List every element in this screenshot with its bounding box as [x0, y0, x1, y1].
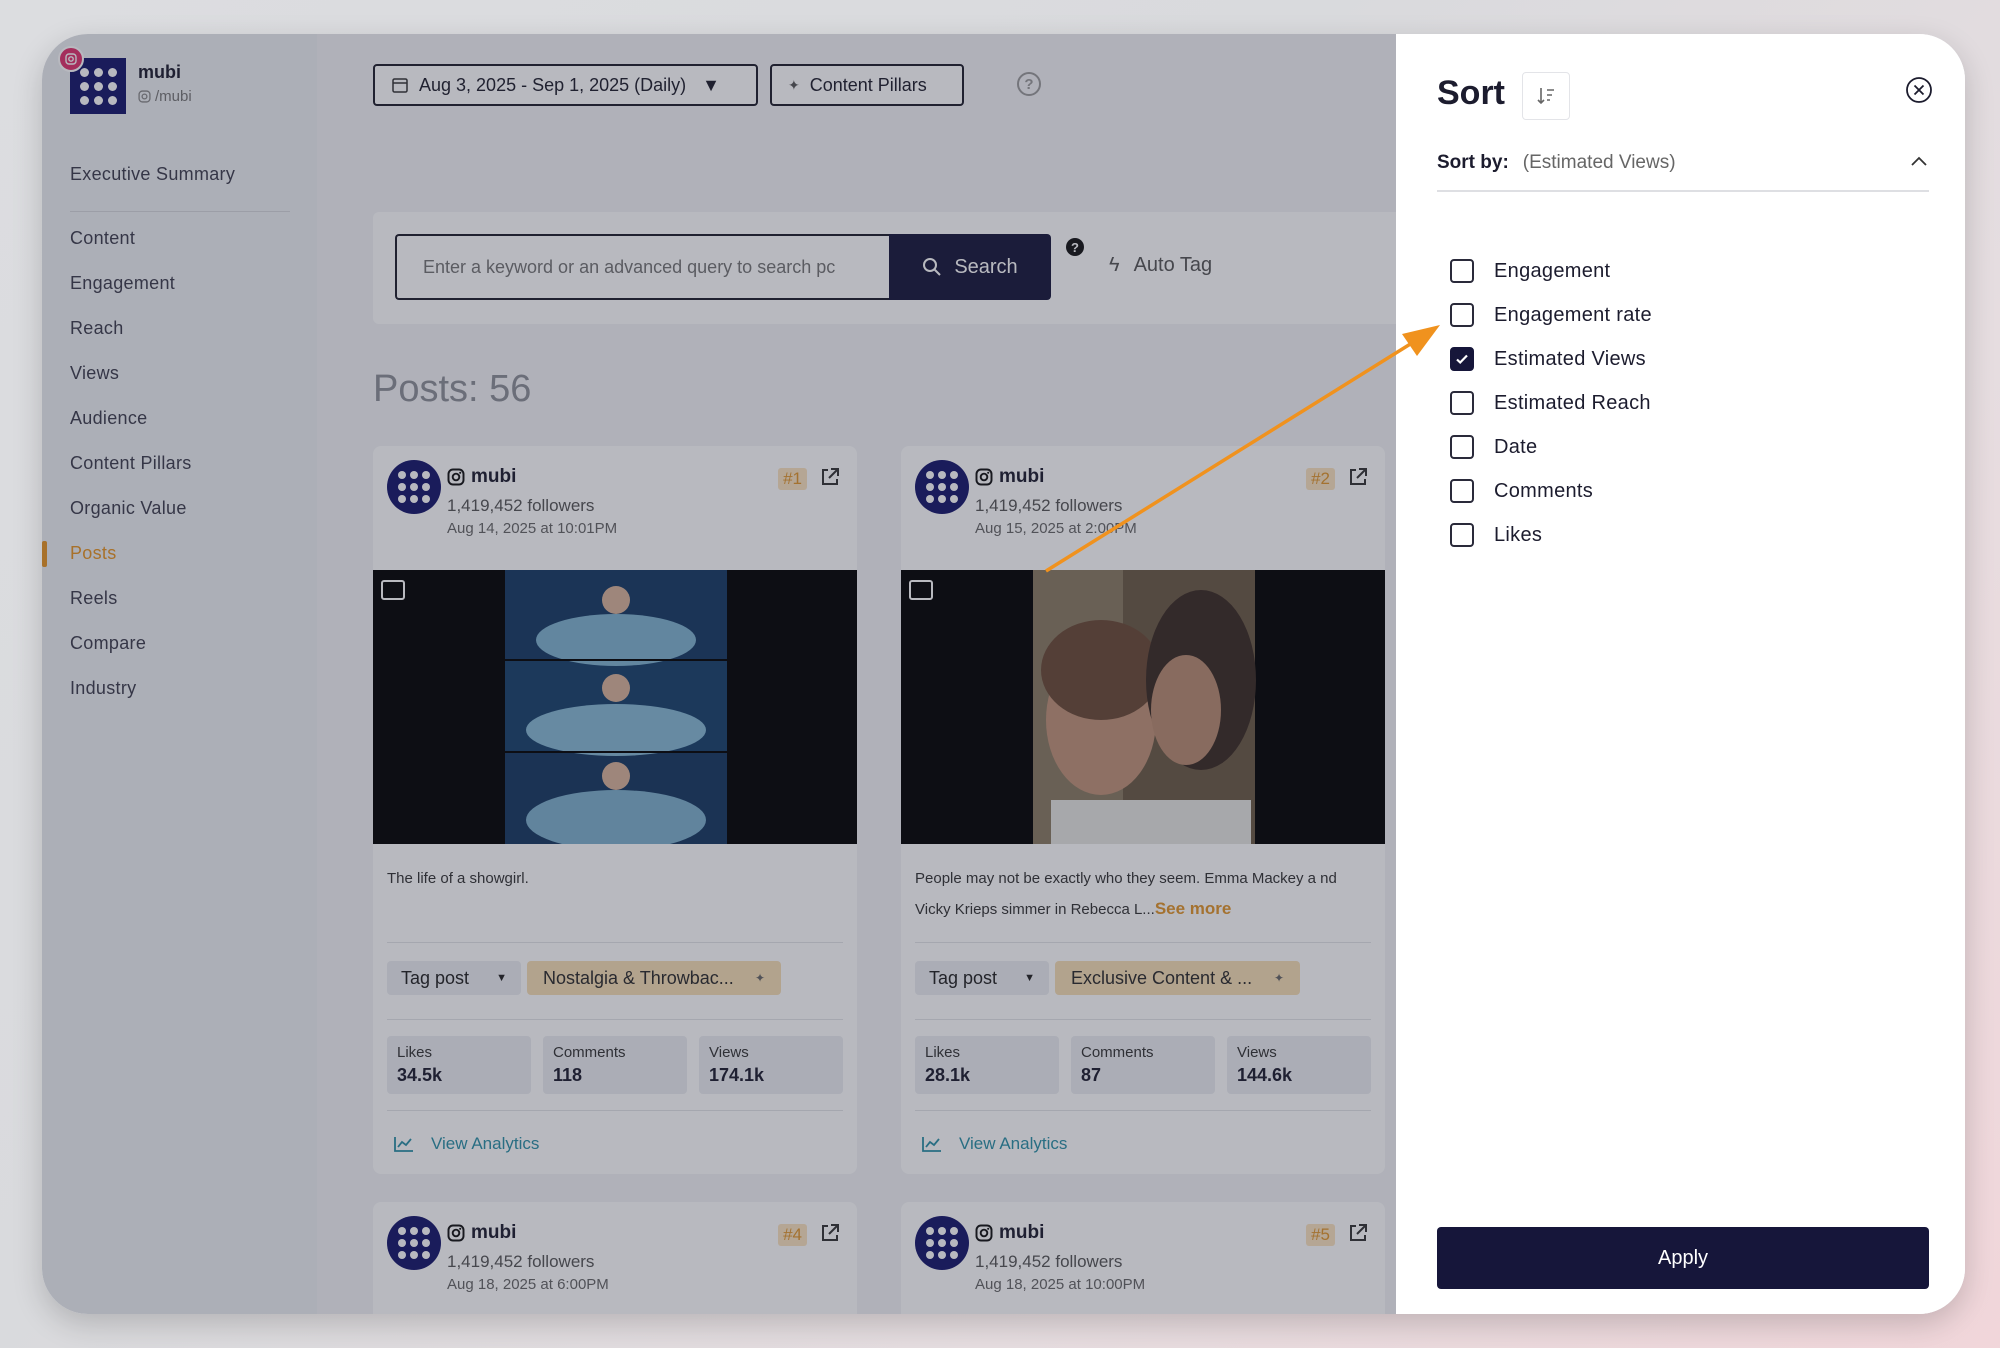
modal-backdrop[interactable]: [42, 34, 1442, 1314]
sort-option-likes[interactable]: Likes: [1450, 520, 1542, 550]
sort-option-label: Estimated Reach: [1494, 391, 1651, 414]
checkbox[interactable]: [1450, 435, 1474, 459]
checkbox-checked[interactable]: [1450, 347, 1474, 371]
sort-option-label: Comments: [1494, 479, 1594, 502]
sort-order-button[interactable]: [1522, 72, 1570, 120]
sort-option-label: Estimated Views: [1494, 347, 1646, 370]
close-icon[interactable]: [1905, 76, 1933, 104]
check-icon: [1456, 354, 1468, 365]
sort-option-label: Engagement rate: [1494, 303, 1652, 326]
checkbox[interactable]: [1450, 391, 1474, 415]
sort-icon: [1537, 88, 1554, 105]
checkbox[interactable]: [1450, 303, 1474, 327]
sort-option-engagement-rate[interactable]: Engagement rate: [1450, 300, 1652, 330]
sort-by-label: Sort by:: [1437, 152, 1509, 173]
sort-option-estimated-reach[interactable]: Estimated Reach: [1450, 388, 1651, 418]
checkbox[interactable]: [1450, 259, 1474, 283]
sort-option-label: Likes: [1494, 523, 1543, 546]
sort-option-engagement[interactable]: Engagement: [1450, 256, 1610, 286]
sort-panel: Sort Sort by: (Estimated Views) Engageme…: [1396, 34, 1965, 1314]
checkbox[interactable]: [1450, 523, 1474, 547]
chevron-up-icon: [1911, 156, 1927, 166]
app-window: mubi /mubi Executive Summary Content Eng…: [42, 34, 1965, 1314]
sort-option-estimated-views[interactable]: Estimated Views: [1450, 344, 1646, 374]
apply-button[interactable]: Apply: [1437, 1227, 1929, 1289]
sort-option-label: Engagement: [1494, 259, 1611, 282]
sort-option-date[interactable]: Date: [1450, 432, 1537, 462]
sort-by-header[interactable]: Sort by: (Estimated Views): [1437, 152, 1929, 192]
sort-option-label: Date: [1494, 435, 1538, 458]
sort-by-value: (Estimated Views): [1522, 152, 1676, 173]
sort-title: Sort: [1437, 74, 1505, 112]
checkbox[interactable]: [1450, 479, 1474, 503]
sort-option-comments[interactable]: Comments: [1450, 476, 1593, 506]
